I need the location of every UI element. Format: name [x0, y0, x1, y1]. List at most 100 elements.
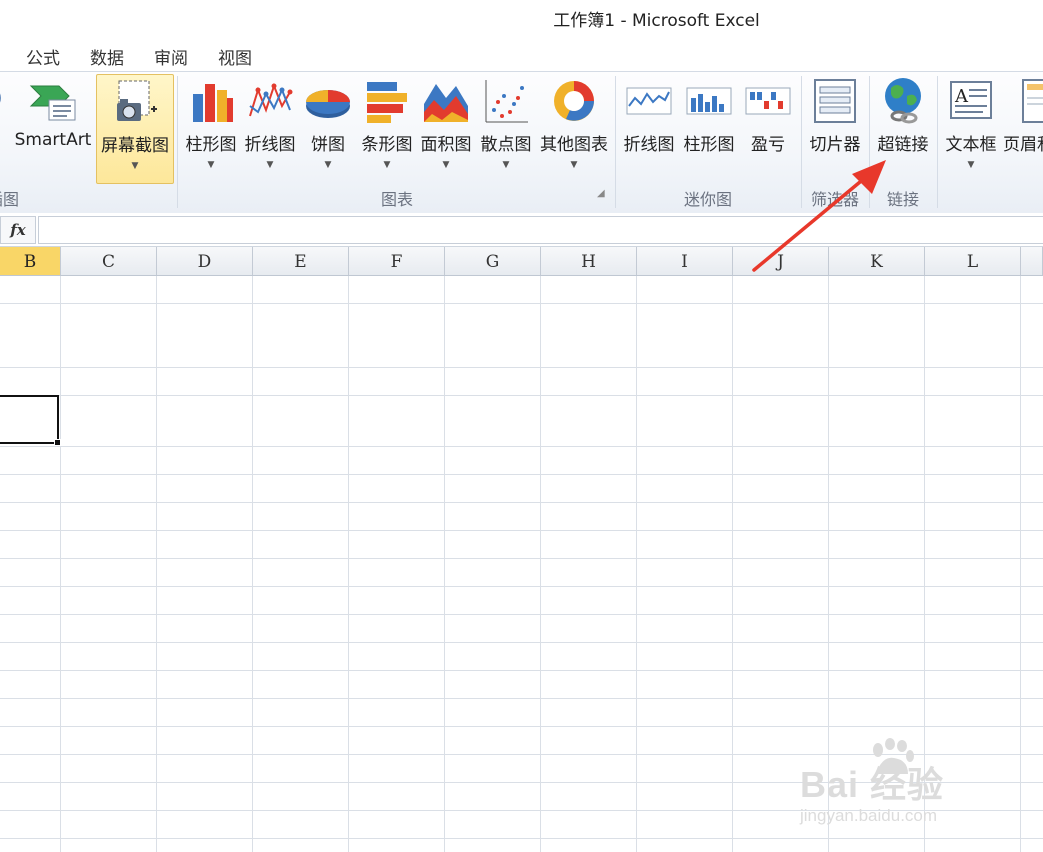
- area-chart-icon: [424, 84, 468, 122]
- column-header-f[interactable]: F: [349, 247, 445, 275]
- globe-link-icon: [885, 78, 921, 124]
- area-chart-label: 面积图: [420, 135, 472, 155]
- tab-view[interactable]: 视图: [218, 44, 252, 69]
- grid-line: [0, 586, 1043, 587]
- grid-line: [0, 838, 1043, 839]
- sparkline-column-button[interactable]: 柱形图: [680, 74, 738, 184]
- grid-line: [0, 670, 1043, 671]
- grid-line: [0, 395, 1043, 396]
- column-header-h[interactable]: H: [541, 247, 637, 275]
- pie-chart-label: 饼图: [311, 135, 345, 155]
- grid-line: [444, 276, 445, 852]
- grid-line: [0, 530, 1043, 531]
- grid-line: [60, 276, 61, 852]
- grid-line: [636, 276, 637, 852]
- textbox-button[interactable]: A 文本框 ▼: [940, 74, 1002, 184]
- grid-line: [0, 367, 1043, 368]
- sparkline-column-label: 柱形图: [683, 135, 735, 155]
- grid-line: [0, 614, 1043, 615]
- group-label-illustrations: 插图: [0, 190, 19, 209]
- pie-chart-button[interactable]: 饼图 ▼: [302, 74, 354, 184]
- scatter-chart-label: 散点图: [480, 135, 532, 155]
- grid-line: [0, 303, 1043, 304]
- grid-line: [0, 698, 1043, 699]
- active-cell[interactable]: [0, 395, 61, 446]
- column-chart-button[interactable]: 柱形图 ▼: [182, 74, 240, 184]
- screenshot-button[interactable]: 屏幕截图 ▼: [96, 74, 174, 184]
- pie-chart-icon: [306, 90, 350, 118]
- scatter-chart-icon: [485, 80, 528, 123]
- column-header-c[interactable]: C: [61, 247, 157, 275]
- column-header-i[interactable]: I: [637, 247, 733, 275]
- group-divider: [177, 76, 178, 208]
- sparkline-column-icon: [686, 87, 732, 115]
- chevron-down-icon: ▼: [131, 161, 139, 171]
- header-footer-button[interactable]: 页眉和: [1003, 74, 1043, 184]
- title-bar: 工作簿1 - Microsoft Excel: [0, 0, 1043, 38]
- line-chart-label: 折线图: [244, 135, 296, 155]
- slicer-icon: [814, 79, 856, 123]
- sparkline-line-icon: [626, 87, 672, 115]
- column-header-m[interactable]: [1021, 247, 1043, 275]
- window-title: 工作簿1 - Microsoft Excel: [553, 11, 760, 31]
- column-chart-label: 柱形图: [185, 135, 237, 155]
- grid-line: [252, 276, 253, 852]
- camera-icon: [117, 80, 157, 121]
- chevron-down-icon: ▼: [502, 160, 510, 170]
- bar-chart-button[interactable]: 条形图 ▼: [358, 74, 416, 184]
- column-header-e[interactable]: E: [253, 247, 349, 275]
- grid-line: [0, 558, 1043, 559]
- line-chart-button[interactable]: 折线图 ▼: [241, 74, 299, 184]
- chevron-down-icon: ▼: [442, 160, 450, 170]
- sparkline-winloss-icon: [745, 87, 791, 115]
- grid-line: [0, 474, 1043, 475]
- partial-icon: [0, 93, 1, 103]
- tab-data[interactable]: 数据: [90, 44, 124, 69]
- group-divider: [937, 76, 938, 208]
- baidu-watermark: Bai 经验 jingyan.baidu.com: [800, 738, 1000, 834]
- scatter-chart-button[interactable]: 散点图 ▼: [477, 74, 535, 184]
- sparkline-line-label: 折线图: [623, 135, 675, 155]
- grid-line: [540, 276, 541, 852]
- sparkline-line-button[interactable]: 折线图: [620, 74, 678, 184]
- doughnut-chart-icon: [554, 81, 594, 121]
- grid-line: [0, 642, 1043, 643]
- textbox-icon: A: [950, 81, 992, 119]
- tab-formulas[interactable]: 公式: [26, 44, 60, 69]
- chevron-down-icon: ▼: [967, 160, 975, 170]
- screenshot-label: 屏幕截图: [101, 136, 169, 156]
- column-header-d[interactable]: D: [157, 247, 253, 275]
- column-chart-icon: [193, 84, 233, 122]
- other-charts-label: 其他图表: [540, 135, 608, 155]
- tab-review[interactable]: 审阅: [154, 44, 188, 69]
- svg-text:A: A: [954, 86, 969, 107]
- other-charts-button[interactable]: 其他图表 ▼: [537, 74, 611, 184]
- dialog-launcher-icon[interactable]: ◢: [597, 188, 605, 199]
- area-chart-button[interactable]: 面积图 ▼: [417, 74, 475, 184]
- grid-line: [0, 726, 1043, 727]
- grid-line: [732, 276, 733, 852]
- smartart-label: SmartArt: [14, 130, 92, 150]
- bar-chart-icon: [367, 82, 407, 123]
- header-footer-icon: [1022, 79, 1043, 123]
- grid-line: [156, 276, 157, 852]
- annotation-arrow: [752, 160, 886, 272]
- insert-function-button[interactable]: fx: [0, 216, 36, 244]
- bar-chart-label: 条形图: [361, 135, 413, 155]
- column-header-g[interactable]: G: [445, 247, 541, 275]
- textbox-label: 文本框: [945, 135, 997, 155]
- chevron-down-icon: ▼: [266, 160, 274, 170]
- grid-line: [0, 446, 1043, 447]
- smartart-button[interactable]: SmartArt: [12, 74, 94, 184]
- line-chart-icon: [249, 83, 293, 117]
- header-footer-label: 页眉和: [1003, 135, 1043, 155]
- column-header-l[interactable]: L: [925, 247, 1021, 275]
- grid-line: [1020, 276, 1021, 852]
- group-label-charts: 图表: [380, 190, 413, 209]
- column-header-b[interactable]: B: [0, 247, 61, 275]
- watermark-main-text: Bai 经验: [800, 764, 945, 805]
- grid-line: [0, 502, 1043, 503]
- partial-left-button[interactable]: [0, 74, 8, 184]
- chevron-down-icon: ▼: [570, 160, 578, 170]
- chevron-down-icon: ▼: [383, 160, 391, 170]
